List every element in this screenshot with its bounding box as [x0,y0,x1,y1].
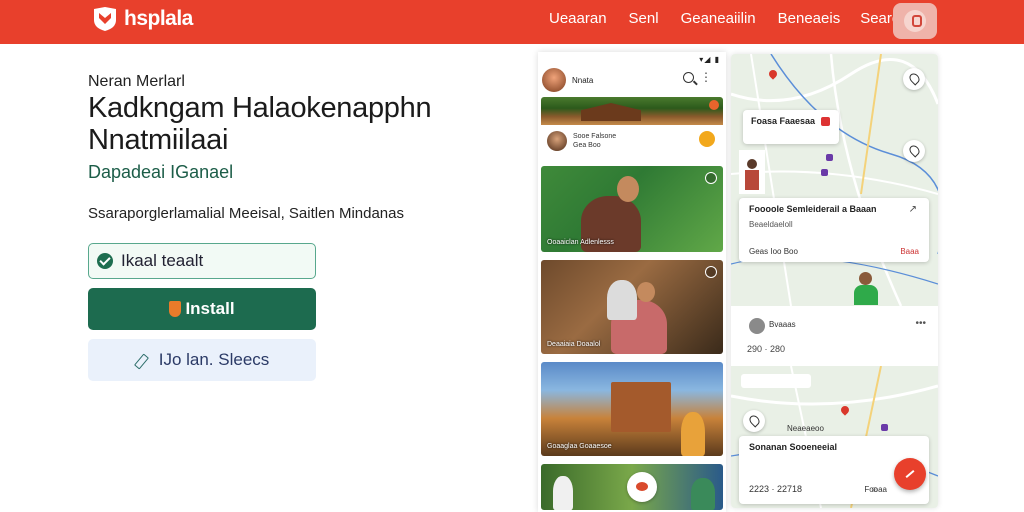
feed-card[interactable]: Deaaiaia Doaalol [541,260,723,354]
top-navigation-bar: hsplala Ueaaran Senl Geaneaiilin Beneaei… [0,0,1024,44]
feed-card-caption: Goaaglaa Goaaesoe [547,443,612,450]
place-detail-card[interactable]: Foooole Semleiderail a Baaan Beaeldaelol… [739,198,929,262]
place-card-title: Foasa Faaesaa [751,116,816,126]
install-label: Install [185,299,235,318]
shield-icon [169,301,182,317]
account-button[interactable] [893,3,937,39]
select-ring-icon[interactable] [705,172,717,184]
main-nav: Ueaaran Senl Geaneaiilin Beneaeis Seares [540,10,908,27]
feed-card-caption: Deaaiaia Doaalol [547,341,601,348]
badge-icon [709,100,719,110]
directions-fab[interactable] [894,458,926,490]
feed-card-meta: Sooe Falsone Gea Boo [541,125,723,157]
person-marker[interactable] [851,272,881,306]
feed-card[interactable]: Ooaaiclan Adlenlesss [541,166,723,252]
place-detail-meta: Geas Ioo Boo [749,247,798,256]
food-icon[interactable] [627,472,657,502]
check-circle-icon [97,253,113,269]
location-icon[interactable] [903,140,925,162]
person-image [681,412,705,456]
post-summary: Bvaaas ••• 290 · 280 [731,306,938,366]
brand-logo[interactable]: hsplala [92,6,193,32]
map-panel: Foasa Faaesaa Foooole Semleiderail a Baa… [731,54,938,508]
feed-app-header: Nnata ⋮ [542,66,722,94]
expand-icon[interactable]: ↗ [909,204,917,215]
hero-subhead: Dapadeai IGanael [88,162,234,182]
brand-name: hsplala [124,7,193,30]
search-icon[interactable] [683,72,694,83]
feed-card-subtitle: Gea Boo [573,142,601,149]
more-vert-icon[interactable]: ⋮ [700,70,712,84]
install-button[interactable]: Install [88,288,316,330]
map-marker-icon[interactable] [881,424,888,431]
location-icon[interactable] [743,410,765,432]
select-ring-icon[interactable] [705,266,717,278]
hero-headline: Kadkngam Halaokenapphn Nnatmiilaai [88,92,432,156]
check-option-button[interactable]: Ikaal teaalt [88,243,316,279]
nav-item-1[interactable]: Ueaaran [549,10,607,27]
post-author: Bvaaas [769,320,796,329]
map-marker-icon[interactable] [826,154,833,161]
map-roads [731,54,938,306]
feed-card[interactable]: Sooe Falsone Gea Boo [541,97,723,157]
place-detail-badge: Baaa [900,247,919,256]
flag-icon [821,117,831,127]
feed-card[interactable] [541,464,723,510]
avatar[interactable] [749,318,765,334]
map-marker-icon[interactable] [821,169,828,176]
place-detail-subtitle: Beaeldaeloll [749,220,793,229]
nav-item-3[interactable]: Geaneaiilin [681,10,756,27]
feed-app-name: Nnata [572,75,594,85]
hero-description: Ssaraporglerlamalial Meeisal, Saitlen Mi… [88,205,404,222]
more-horiz-icon[interactable]: ••• [915,318,926,329]
secondary-action-button[interactable]: IJo lan. Sleecs [88,339,316,381]
secondary-action-label: IJo lan. Sleecs [158,350,270,369]
post-stats: 290 · 280 [747,344,786,354]
nav-item-2[interactable]: Senl [629,10,659,27]
avatar [547,131,567,151]
shield-logo-icon [94,7,116,31]
map-place-label: Neaeaeoo [787,424,824,433]
place-detail-chip: Fooaa [864,485,887,494]
hero-eyebrow: Neran Merlarl [88,73,185,90]
building-image [611,382,671,432]
phone-status-bar: ▾◢ ▮ [699,55,720,64]
favorite-icon[interactable] [699,131,715,147]
nav-item-4[interactable]: Beneaeis [778,10,841,27]
place-detail-title: Foooole Semleiderail a Baaan [749,204,877,214]
profile-avatar[interactable] [542,68,566,92]
phone-feed-preview: ▾◢ ▮ Nnata ⋮ Sooe Falsone Gea Boo Ooaaic… [538,52,726,512]
place-detail-meta: 2223 · 22718 [749,484,803,494]
place-detail-title: Sonanan Sooeneeial [749,442,838,452]
place-card[interactable]: Foasa Faaesaa [743,110,839,144]
account-avatar-icon [904,10,926,32]
feed-card-caption: Ooaaiclan Adlenlesss [547,239,614,246]
location-icon[interactable] [903,68,925,90]
check-option-label: Ikaal teaalt [121,251,204,270]
map-view[interactable]: Foasa Faaesaa Foooole Semleiderail a Baa… [731,54,938,306]
feed-card[interactable]: Goaaglaa Goaaesoe [541,362,723,456]
feed-card-title: Sooe Falsone [573,133,617,140]
feed-card-image [541,97,723,125]
pen-icon [135,352,151,368]
